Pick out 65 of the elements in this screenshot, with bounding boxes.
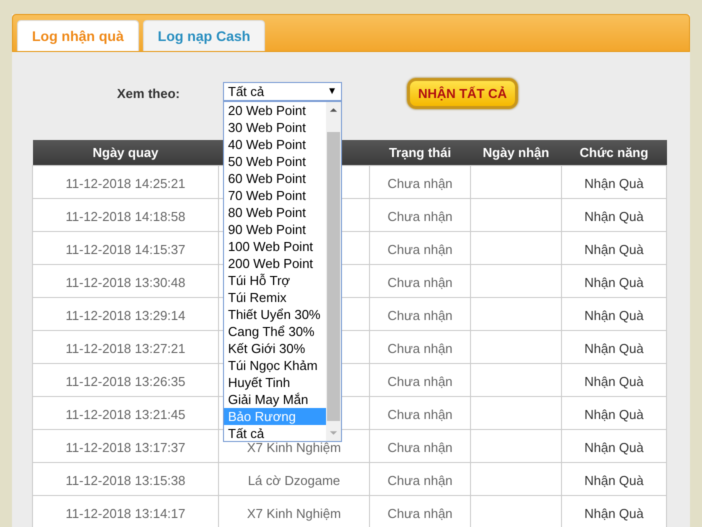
scrollbar[interactable]: [326, 102, 341, 441]
table-cell: 11-12-2018 13:26:35: [32, 364, 218, 396]
table-cell: Chưa nhận: [370, 396, 470, 430]
dropdown-option[interactable]: Kết Giới 30%: [224, 340, 326, 357]
dropdown-option[interactable]: 60 Web Point: [224, 170, 326, 187]
table-cell: Chưa nhận: [370, 496, 470, 527]
table-cell: Chưa nhận: [370, 364, 470, 396]
table-cell: 11-12-2018 13:14:17: [32, 496, 218, 527]
claim-link[interactable]: Nhận Quà: [562, 430, 666, 462]
column-header: Trạng thái: [370, 140, 470, 166]
table-cell: Chưa nhận: [370, 198, 470, 232]
dropdown-option[interactable]: 30 Web Point: [224, 119, 326, 136]
table-cell: Chưa nhận: [370, 166, 470, 198]
table-cell: Chưa nhận: [370, 430, 470, 462]
table-cell: 11-12-2018 13:21:45: [32, 396, 218, 430]
column-header: Ngày quay: [32, 140, 218, 166]
dropdown-option[interactable]: 20 Web Point: [224, 102, 326, 119]
table-cell: X7 Kinh Nghiệm: [218, 496, 370, 527]
table-cell: Chưa nhận: [370, 462, 470, 496]
dropdown-option[interactable]: 90 Web Point: [224, 221, 326, 238]
claim-all-button[interactable]: NHẬN TẤT CẢ: [407, 78, 518, 109]
scroll-thumb[interactable]: [327, 132, 340, 421]
dropdown-option[interactable]: Huyết Tinh: [224, 374, 326, 391]
table-cell: 11-12-2018 13:15:38: [32, 462, 218, 496]
dropdown-option[interactable]: Túi Ngọc Khảm: [224, 357, 326, 374]
table-cell: 11-12-2018 14:18:58: [32, 198, 218, 232]
table-cell: Chưa nhận: [370, 330, 470, 364]
table-cell: Chưa nhận: [370, 298, 470, 330]
caret-icon: ▼: [327, 86, 337, 97]
table-cell: Chưa nhận: [370, 232, 470, 264]
column-header: Ngày nhận: [470, 140, 562, 166]
dropdown-option[interactable]: 80 Web Point: [224, 204, 326, 221]
dropdown-option[interactable]: Thiết Uyển 30%: [224, 306, 326, 323]
table-cell: 11-12-2018 13:30:48: [32, 264, 218, 298]
scroll-up-icon[interactable]: [329, 107, 338, 113]
table-cell: 11-12-2018 14:15:37: [32, 232, 218, 264]
dropdown-option[interactable]: 70 Web Point: [224, 187, 326, 204]
table-cell: 11-12-2018 13:29:14: [32, 298, 218, 330]
dropdown-option[interactable]: 100 Web Point: [224, 238, 326, 255]
claim-link[interactable]: Nhận Quà: [562, 364, 666, 396]
column-header: Chức năng: [562, 140, 666, 166]
dropdown-option[interactable]: Giải May Mắn: [224, 391, 326, 408]
table-cell: 11-12-2018 14:25:21: [32, 166, 218, 198]
claim-link[interactable]: Nhận Quà: [562, 330, 666, 364]
dropdown-option[interactable]: 40 Web Point: [224, 136, 326, 153]
dropdown-option[interactable]: 200 Web Point: [224, 255, 326, 272]
table-cell: Chưa nhận: [370, 264, 470, 298]
table-cell: 11-12-2018 13:17:37: [32, 430, 218, 462]
claim-link[interactable]: Nhận Quà: [562, 396, 666, 430]
claim-link[interactable]: Nhận Quà: [562, 166, 666, 198]
claim-link[interactable]: Nhận Quà: [562, 198, 666, 232]
claim-link[interactable]: Nhận Quà: [562, 496, 666, 527]
claim-link[interactable]: Nhận Quà: [562, 298, 666, 330]
table-cell: 11-12-2018 13:27:21: [32, 330, 218, 364]
claim-link[interactable]: Nhận Quà: [562, 264, 666, 298]
claim-link[interactable]: Nhận Quà: [562, 232, 666, 264]
filter-dropdown[interactable]: Tất cả ▼: [223, 82, 342, 101]
table-cell: Lá cờ Dzogame: [218, 462, 370, 496]
dropdown-value: Tất cả: [228, 84, 264, 99]
dropdown-option[interactable]: Túi Hỗ Trợ: [224, 272, 326, 289]
claim-link[interactable]: Nhận Quà: [562, 462, 666, 496]
dropdown-option[interactable]: 50 Web Point: [224, 153, 326, 170]
dropdown-option[interactable]: Cang Thể 30%: [224, 323, 326, 340]
filter-label: Xem theo:: [117, 86, 180, 101]
dropdown-option[interactable]: Túi Remix: [224, 289, 326, 306]
